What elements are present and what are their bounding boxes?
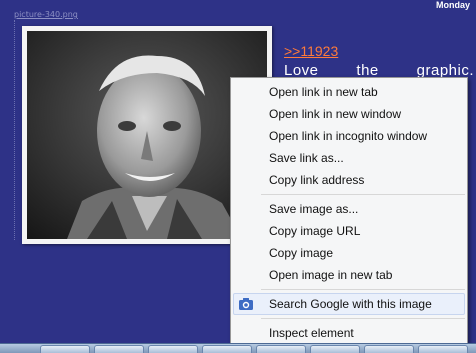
taskbar-button[interactable] bbox=[256, 345, 306, 353]
menu-open-link-incognito[interactable]: Open link in incognito window bbox=[231, 125, 467, 147]
taskbar-button[interactable] bbox=[202, 345, 252, 353]
menu-open-image-new-tab[interactable]: Open image in new tab bbox=[231, 264, 467, 286]
selection-guide bbox=[14, 20, 15, 240]
context-menu: Open link in new tab Open link in new wi… bbox=[230, 77, 468, 344]
menu-open-link-new-tab[interactable]: Open link in new tab bbox=[231, 81, 467, 103]
taskbar-button[interactable] bbox=[94, 345, 144, 353]
menu-search-google-image[interactable]: Search Google with this image bbox=[233, 293, 465, 315]
post-reply-link[interactable]: >>11923 bbox=[284, 43, 338, 59]
taskbar bbox=[0, 343, 476, 353]
taskbar-button[interactable] bbox=[40, 345, 90, 353]
menu-search-google-image-label: Search Google with this image bbox=[269, 297, 432, 311]
menu-open-link-new-window[interactable]: Open link in new window bbox=[231, 103, 467, 125]
taskbar-button[interactable] bbox=[310, 345, 360, 353]
menu-save-image-as[interactable]: Save image as... bbox=[231, 198, 467, 220]
menu-copy-link-address[interactable]: Copy link address bbox=[231, 169, 467, 191]
taskbar-button[interactable] bbox=[148, 345, 198, 353]
taskbar-button[interactable] bbox=[418, 345, 468, 353]
menu-save-link-as[interactable]: Save link as... bbox=[231, 147, 467, 169]
menu-copy-image[interactable]: Copy image bbox=[231, 242, 467, 264]
menu-separator bbox=[261, 289, 465, 290]
menu-inspect-element[interactable]: Inspect element bbox=[231, 322, 467, 344]
menu-separator bbox=[261, 194, 465, 195]
day-label: Monday bbox=[435, 0, 470, 10]
menu-copy-image-url[interactable]: Copy image URL bbox=[231, 220, 467, 242]
camera-icon bbox=[239, 298, 253, 310]
image-filename-link[interactable]: picture-340.png bbox=[14, 10, 78, 19]
menu-separator bbox=[261, 318, 465, 319]
taskbar-button[interactable] bbox=[364, 345, 414, 353]
